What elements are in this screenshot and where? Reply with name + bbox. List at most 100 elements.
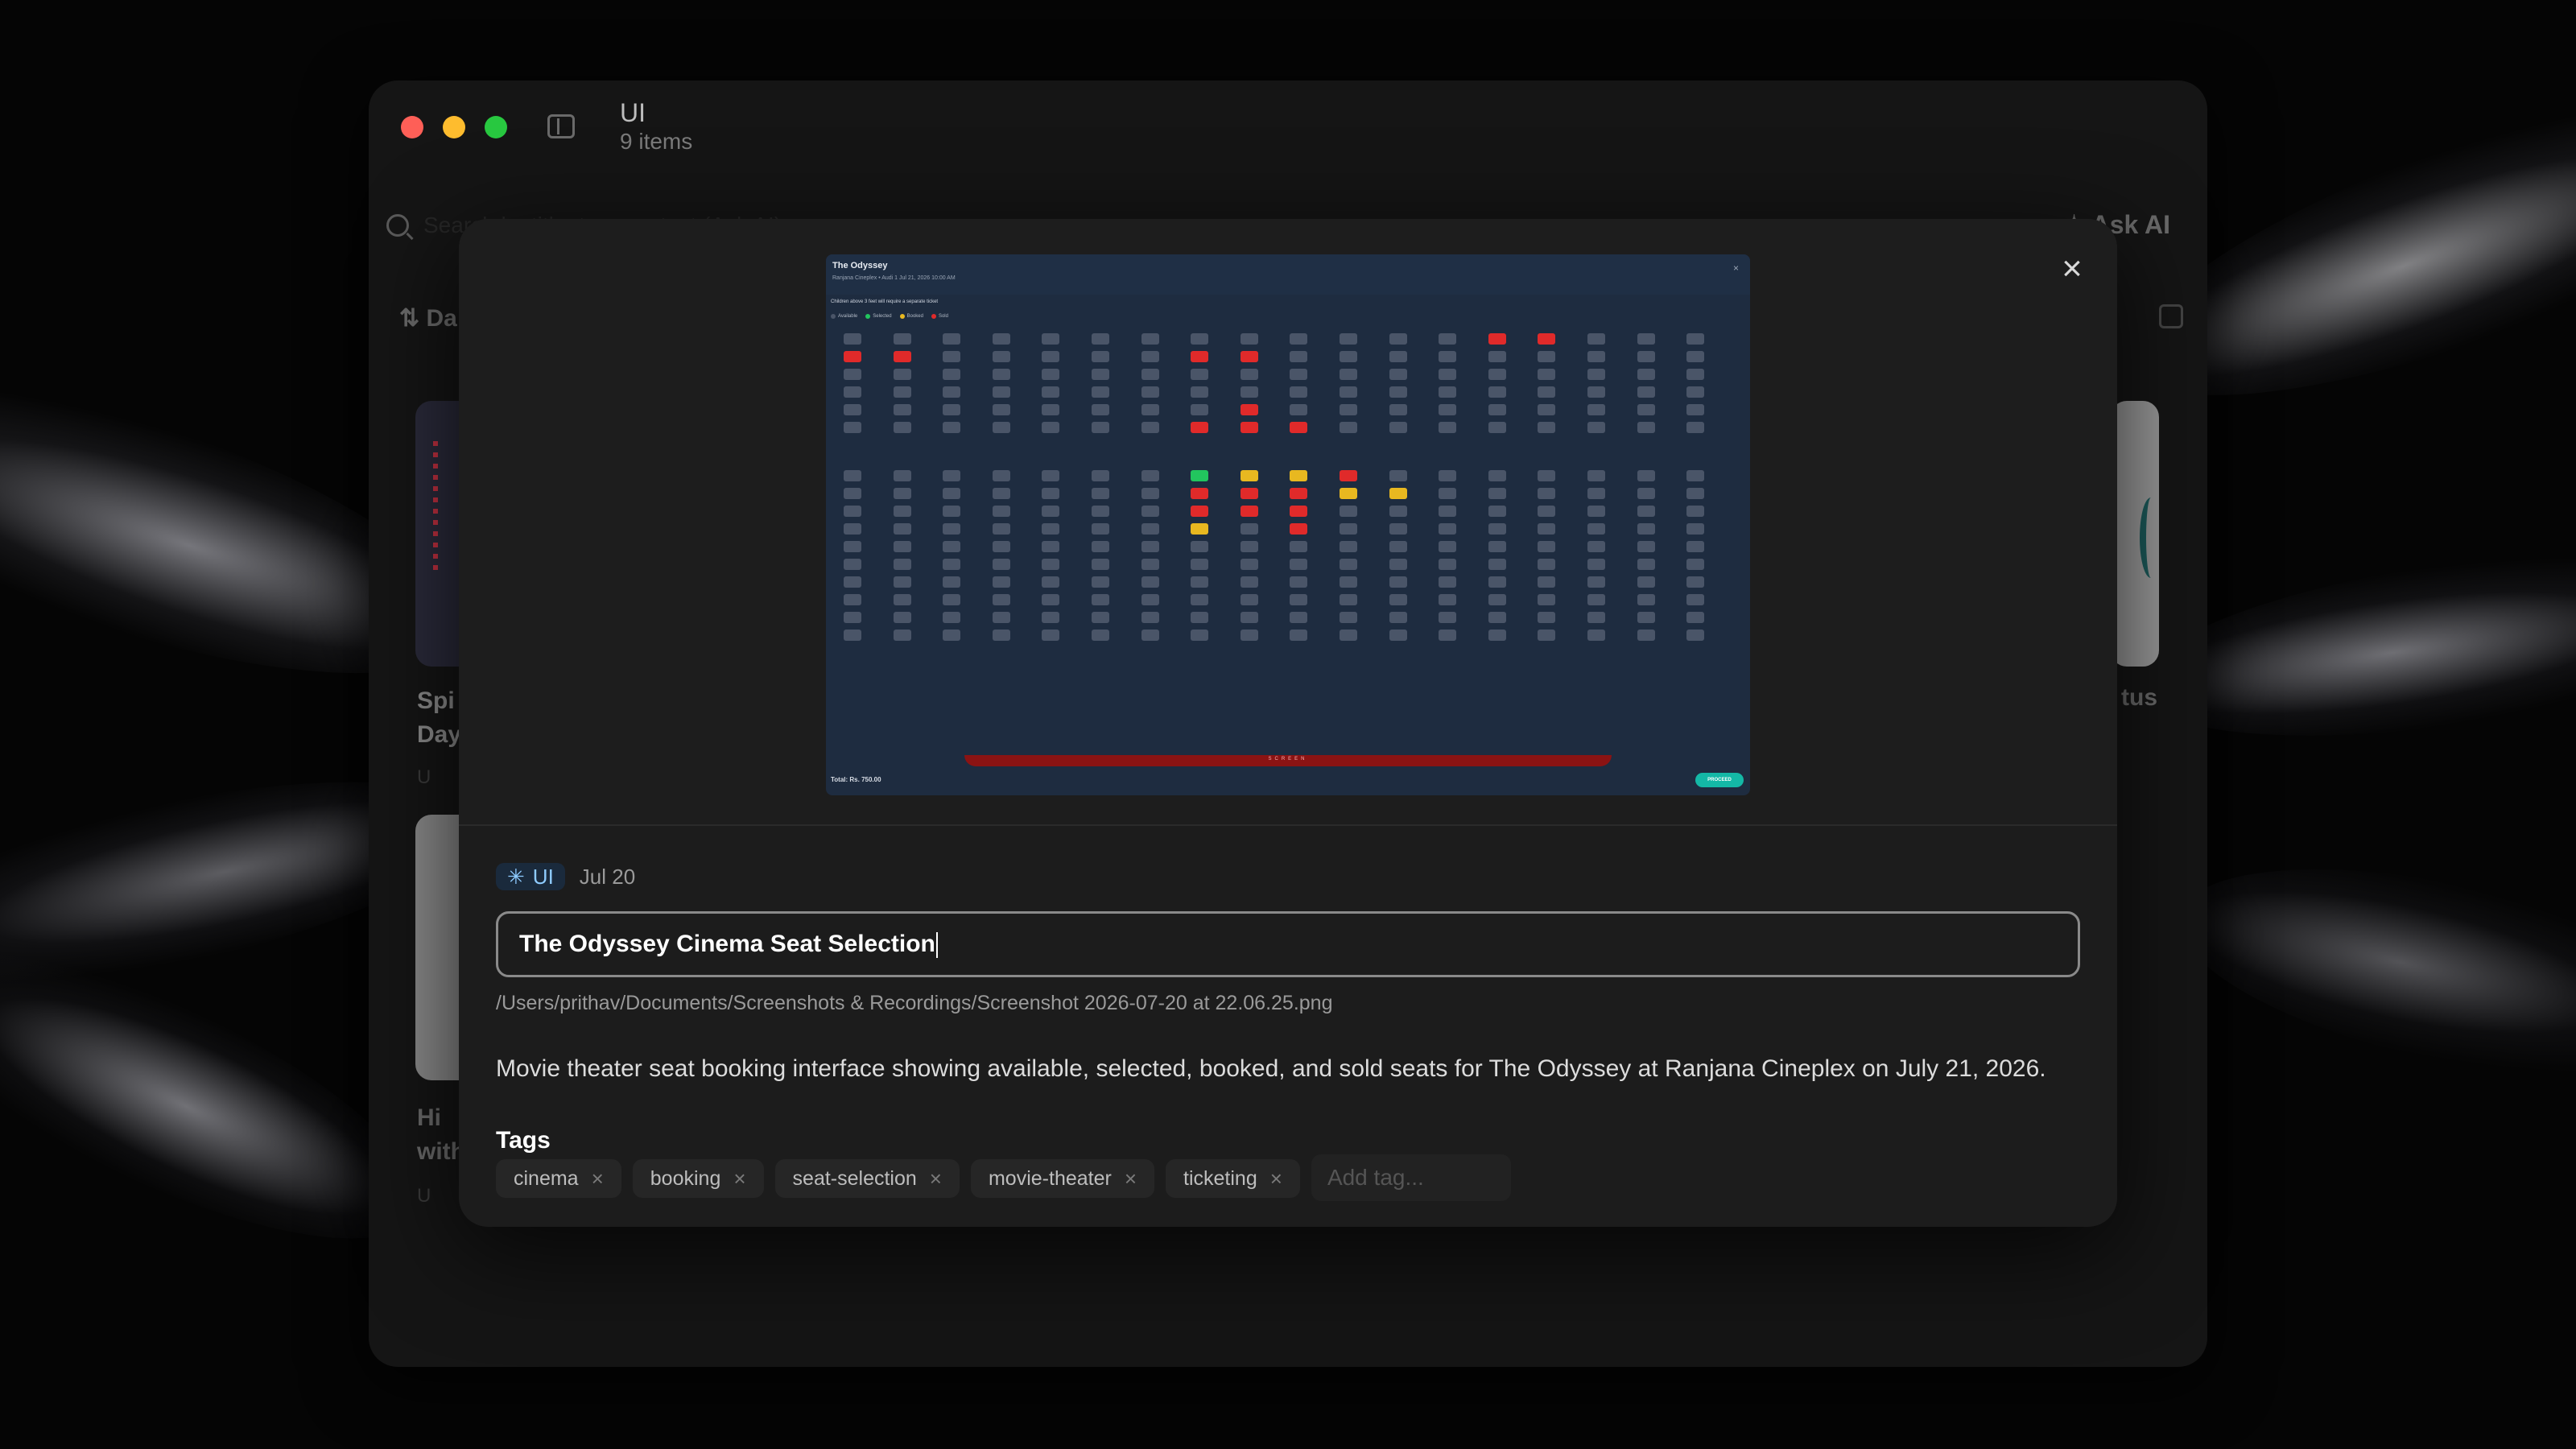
seat bbox=[1191, 404, 1209, 415]
seat bbox=[1637, 523, 1655, 535]
tags-heading: Tags bbox=[496, 1127, 551, 1154]
remove-tag-icon[interactable]: × bbox=[592, 1166, 604, 1191]
seat bbox=[1439, 594, 1457, 605]
screenshot-preview[interactable]: The Odyssey Ranjana Cineplex • Audi 1 Ju… bbox=[826, 254, 1750, 795]
tag-list: cinema × booking × seat-selection × movie-thea… bbox=[496, 1154, 1511, 1201]
seat bbox=[1389, 523, 1407, 535]
tag-chip[interactable]: booking × bbox=[632, 1159, 764, 1198]
seat bbox=[1686, 488, 1705, 499]
item-card-tag: U bbox=[417, 766, 431, 788]
window-controls bbox=[401, 116, 507, 138]
seat bbox=[1092, 404, 1109, 415]
sort-icon: ⇅ bbox=[399, 305, 427, 332]
seat bbox=[893, 523, 911, 535]
seat bbox=[1092, 523, 1109, 535]
seat bbox=[943, 612, 961, 623]
seat bbox=[1538, 422, 1556, 433]
search-icon bbox=[386, 214, 409, 237]
seat bbox=[1141, 541, 1159, 552]
seat bbox=[1686, 333, 1705, 345]
seat bbox=[1141, 369, 1159, 380]
legend-item: Selected bbox=[865, 314, 892, 319]
legend-item: Sold bbox=[931, 314, 948, 319]
seat bbox=[1389, 488, 1407, 499]
seat bbox=[1538, 404, 1556, 415]
item-detail-modal: × The Odyssey Ranjana Cineplex • Audi 1 … bbox=[459, 219, 2117, 1227]
seat bbox=[844, 541, 861, 552]
tag-chip[interactable]: movie-theater × bbox=[970, 1159, 1155, 1198]
category-badge[interactable]: ✳ UI bbox=[496, 863, 565, 890]
maximize-window-button[interactable] bbox=[485, 116, 507, 138]
seat bbox=[1637, 422, 1655, 433]
seat bbox=[1340, 422, 1357, 433]
seat bbox=[1488, 541, 1506, 552]
seat bbox=[1141, 506, 1159, 517]
seat bbox=[1191, 612, 1209, 623]
remove-tag-icon[interactable]: × bbox=[930, 1166, 942, 1191]
seat bbox=[1587, 576, 1605, 588]
seat bbox=[1587, 470, 1605, 481]
seat bbox=[1042, 541, 1060, 552]
tag-chip[interactable]: ticketing × bbox=[1166, 1159, 1300, 1198]
seat bbox=[1637, 612, 1655, 623]
legend-swatch bbox=[899, 314, 905, 319]
seat bbox=[992, 506, 1010, 517]
seat bbox=[1092, 612, 1109, 623]
meta-row: ✳ UI Jul 20 bbox=[496, 863, 635, 890]
seat bbox=[1637, 541, 1655, 552]
add-tag-input[interactable] bbox=[1311, 1154, 1511, 1201]
title-input[interactable]: The Odyssey Cinema Seat Selection bbox=[496, 911, 2080, 977]
sidebar-toggle-icon[interactable] bbox=[547, 114, 575, 138]
seat bbox=[1587, 488, 1605, 499]
seat bbox=[1488, 333, 1506, 345]
seat bbox=[1240, 541, 1258, 552]
sort-button[interactable]: ⇅ Da bbox=[399, 304, 457, 332]
seat bbox=[1587, 369, 1605, 380]
seat bbox=[1092, 369, 1109, 380]
seat bbox=[844, 594, 861, 605]
legend-swatch bbox=[931, 314, 936, 319]
seat bbox=[1141, 559, 1159, 570]
item-card-thumbnail[interactable] bbox=[2111, 401, 2159, 667]
seat bbox=[992, 488, 1010, 499]
seat bbox=[992, 351, 1010, 362]
seat bbox=[1439, 422, 1457, 433]
minimize-window-button[interactable] bbox=[443, 116, 465, 138]
seat bbox=[1587, 386, 1605, 398]
seat bbox=[1686, 612, 1705, 623]
remove-tag-icon[interactable]: × bbox=[1125, 1166, 1137, 1191]
seat bbox=[893, 506, 911, 517]
seat bbox=[844, 369, 861, 380]
seat bbox=[1191, 488, 1209, 499]
tag-label: seat-selection bbox=[792, 1166, 917, 1190]
seat bbox=[1488, 523, 1506, 535]
seat bbox=[893, 541, 911, 552]
seat bbox=[893, 422, 911, 433]
sparkle-icon: ✳ bbox=[507, 864, 525, 889]
seat bbox=[1587, 333, 1605, 345]
close-icon[interactable]: × bbox=[2058, 251, 2087, 287]
seat bbox=[1240, 488, 1258, 499]
remove-tag-icon[interactable]: × bbox=[1270, 1166, 1282, 1191]
seat bbox=[1340, 386, 1357, 398]
close-window-button[interactable] bbox=[401, 116, 423, 138]
tag-chip[interactable]: cinema × bbox=[496, 1159, 621, 1198]
seat bbox=[1538, 612, 1556, 623]
remove-tag-icon[interactable]: × bbox=[733, 1166, 745, 1191]
preview-note: Children above 3 feet will require a sep… bbox=[831, 299, 939, 304]
title-value: The Odyssey Cinema Seat Selection bbox=[519, 931, 935, 957]
seat bbox=[893, 488, 911, 499]
copy-icon[interactable] bbox=[2159, 304, 2183, 328]
seat bbox=[1290, 488, 1308, 499]
tag-label: booking bbox=[650, 1166, 721, 1190]
seat bbox=[1389, 541, 1407, 552]
item-description[interactable]: Movie theater seat booking interface sho… bbox=[496, 1051, 2082, 1087]
tag-chip[interactable]: seat-selection × bbox=[774, 1159, 960, 1198]
seat bbox=[1141, 333, 1159, 345]
seat bbox=[1637, 559, 1655, 570]
seat bbox=[1240, 612, 1258, 623]
seat bbox=[1191, 333, 1209, 345]
wallpaper-swirl bbox=[2161, 828, 2576, 1120]
seat bbox=[1240, 369, 1258, 380]
seat bbox=[1290, 351, 1308, 362]
